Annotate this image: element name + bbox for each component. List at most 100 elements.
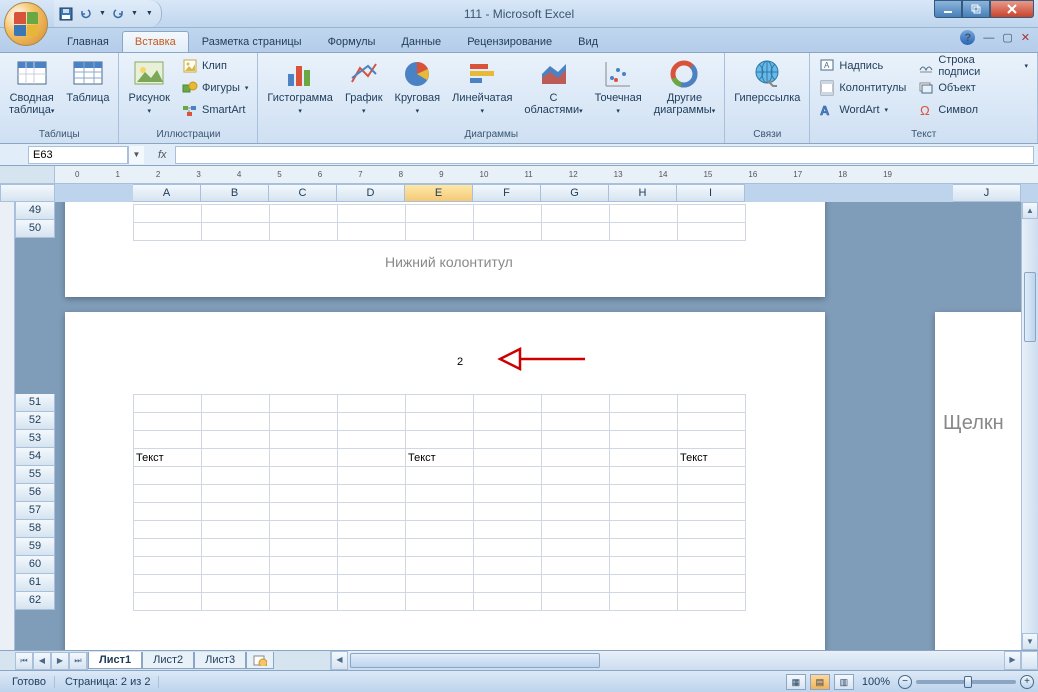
worksheet-area: Нижний колонтитул 2 ТекстТекстТекст xyxy=(0,202,1038,650)
qat-customize[interactable]: ▼ xyxy=(146,10,153,17)
view-pagelayout-button[interactable]: ▤ xyxy=(810,674,830,690)
horizontal-scrollbar[interactable]: ◀ ▶ xyxy=(330,651,1021,670)
zoom-thumb[interactable] xyxy=(964,676,972,688)
row-header-58[interactable]: 58 xyxy=(15,520,55,538)
column-header-f[interactable]: F xyxy=(473,184,541,202)
cell-a54[interactable]: Текст xyxy=(134,449,202,467)
signatureline-button[interactable]: Строка подписи▾ xyxy=(913,55,1033,77)
select-all-corner[interactable] xyxy=(0,184,55,202)
zoom-in-button[interactable]: + xyxy=(1020,675,1034,689)
name-box[interactable]: E63 xyxy=(28,146,128,164)
zoom-out-button[interactable]: − xyxy=(898,675,912,689)
tab-nav-prev[interactable]: ◀ xyxy=(33,652,51,670)
row-header-56[interactable]: 56 xyxy=(15,484,55,502)
redo-dropdown[interactable]: ▼ xyxy=(131,10,138,17)
row-header-53[interactable]: 53 xyxy=(15,430,55,448)
undo-icon[interactable] xyxy=(78,6,94,22)
picture-button[interactable]: Рисунок▾ xyxy=(123,55,175,119)
other-charts-button[interactable]: Другие диаграммы▾ xyxy=(649,55,720,119)
column-chart-button[interactable]: Гистограмма▾ xyxy=(262,55,338,119)
new-sheet-button[interactable] xyxy=(246,652,274,669)
footer-placeholder[interactable]: Нижний колонтитул xyxy=(385,254,513,270)
row-header-57[interactable]: 57 xyxy=(15,502,55,520)
close-button[interactable] xyxy=(990,0,1034,18)
undo-dropdown[interactable]: ▼ xyxy=(99,10,106,17)
cell-i54[interactable]: Текст xyxy=(678,449,746,467)
zoom-slider[interactable] xyxy=(916,680,1016,684)
row-header-60[interactable]: 60 xyxy=(15,556,55,574)
tab-nav-next[interactable]: ▶ xyxy=(51,652,69,670)
tab-review[interactable]: Рецензирование xyxy=(454,31,565,52)
row-header-52[interactable]: 52 xyxy=(15,412,55,430)
scroll-up-button[interactable]: ▲ xyxy=(1022,202,1038,219)
row-header-59[interactable]: 59 xyxy=(15,538,55,556)
tab-formulas[interactable]: Формулы xyxy=(315,31,389,52)
tab-home[interactable]: Главная xyxy=(54,31,122,52)
tab-insert[interactable]: Вставка xyxy=(122,31,189,52)
view-pagebreak-button[interactable]: ▥ xyxy=(834,674,854,690)
tab-nav-first[interactable]: ⏮ xyxy=(15,652,33,670)
column-header-h[interactable]: H xyxy=(609,184,677,202)
line-chart-button[interactable]: График▾ xyxy=(340,55,388,119)
tab-pagelayout[interactable]: Разметка страницы xyxy=(189,31,315,52)
hyperlink-button[interactable]: Гиперссылка xyxy=(729,55,805,107)
clip-button[interactable]: Клип xyxy=(177,55,253,77)
vscroll-thumb[interactable] xyxy=(1024,272,1036,342)
save-icon[interactable] xyxy=(58,6,74,22)
textbox-button[interactable]: AНадпись xyxy=(814,55,911,77)
redo-icon[interactable] xyxy=(110,6,126,22)
ribbon-close[interactable]: ✕ xyxy=(1021,31,1030,44)
column-header-b[interactable]: B xyxy=(201,184,269,202)
scatter-chart-button[interactable]: Точечная▾ xyxy=(590,55,647,119)
wordart-button[interactable]: AWordArt▾ xyxy=(814,99,911,121)
smartart-button[interactable]: SmartArt xyxy=(177,99,253,121)
ribbon-minimize[interactable]: — xyxy=(983,32,994,44)
hscroll-thumb[interactable] xyxy=(350,653,600,668)
symbol-button[interactable]: ΩСимвол xyxy=(913,99,1033,121)
ribbon-restore[interactable]: ▢ xyxy=(1002,31,1012,44)
object-button[interactable]: Объект xyxy=(913,77,1033,99)
column-header-c[interactable]: C xyxy=(269,184,337,202)
scroll-left-button[interactable]: ◀ xyxy=(331,651,348,670)
vertical-scrollbar[interactable]: ▲ ▼ xyxy=(1021,202,1038,650)
row-header-51[interactable]: 51 xyxy=(15,394,55,412)
shapes-button[interactable]: Фигуры▾ xyxy=(177,77,253,99)
row-header-50[interactable]: 50 xyxy=(15,220,55,238)
area-chart-button[interactable]: С областями▾ xyxy=(519,55,587,119)
row-header-62[interactable]: 62 xyxy=(15,592,55,610)
bar-chart-button[interactable]: Линейчатая▾ xyxy=(447,55,517,119)
row-header-61[interactable]: 61 xyxy=(15,574,55,592)
scroll-down-button[interactable]: ▼ xyxy=(1022,633,1038,650)
row-header-54[interactable]: 54 xyxy=(15,448,55,466)
column-header-g[interactable]: G xyxy=(541,184,609,202)
grid-cells[interactable]: Текст Текст Текст xyxy=(133,394,746,611)
row-header-55[interactable]: 55 xyxy=(15,466,55,484)
pivottable-button[interactable]: Сводная таблица▾ xyxy=(4,55,59,119)
maximize-button[interactable] xyxy=(962,0,990,18)
help-icon[interactable]: ? xyxy=(960,30,975,45)
sheet-tab-3[interactable]: Лист3 xyxy=(194,652,246,669)
column-header-e[interactable]: E xyxy=(405,184,473,202)
tab-view[interactable]: Вид xyxy=(565,31,611,52)
fx-icon[interactable]: fx xyxy=(152,149,173,161)
headerfooter-button[interactable]: Колонтитулы xyxy=(814,77,911,99)
tab-data[interactable]: Данные xyxy=(388,31,454,52)
column-header-j[interactable]: J xyxy=(953,184,1021,202)
scroll-right-button[interactable]: ▶ xyxy=(1004,651,1021,670)
name-box-dropdown[interactable]: ▼ xyxy=(128,146,144,164)
tab-nav-last[interactable]: ⏭ xyxy=(69,652,87,670)
zoom-level[interactable]: 100% xyxy=(862,676,890,688)
column-header-d[interactable]: D xyxy=(337,184,405,202)
sheet-tab-2[interactable]: Лист2 xyxy=(142,652,194,669)
column-header-a[interactable]: A xyxy=(133,184,201,202)
sheet-tab-1[interactable]: Лист1 xyxy=(88,652,142,669)
formula-input[interactable] xyxy=(175,146,1034,164)
cell-e54[interactable]: Текст xyxy=(406,449,474,467)
view-normal-button[interactable]: ▦ xyxy=(786,674,806,690)
table-button[interactable]: Таблица xyxy=(61,55,114,107)
office-button[interactable] xyxy=(4,2,48,46)
column-header-i[interactable]: I xyxy=(677,184,745,202)
pie-chart-button[interactable]: Круговая▾ xyxy=(390,55,446,119)
minimize-button[interactable] xyxy=(934,0,962,18)
row-header-49[interactable]: 49 xyxy=(15,202,55,220)
